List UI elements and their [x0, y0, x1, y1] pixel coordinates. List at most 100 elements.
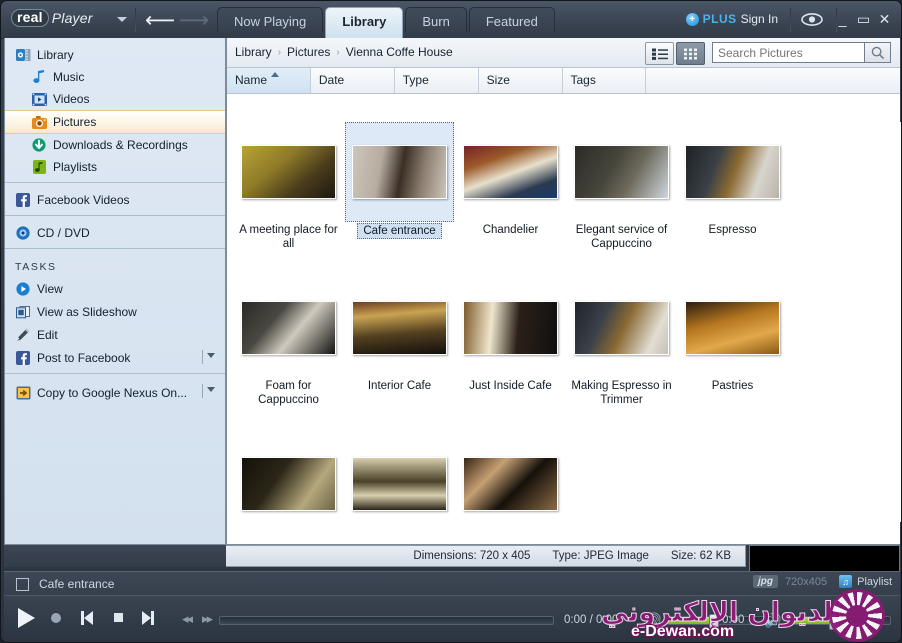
realplayer-logo[interactable]: real Player: [11, 7, 111, 29]
breadcrumb-item-current[interactable]: Vienna Coffe House: [346, 45, 453, 59]
seek-slider[interactable]: [219, 616, 554, 625]
breadcrumb-separator: ›: [277, 46, 282, 58]
back-arrow-icon[interactable]: ⟵: [145, 9, 175, 31]
thumbnail-image: [352, 301, 447, 355]
thumbnail-box: [678, 278, 787, 378]
column-header-date[interactable]: Date: [311, 68, 395, 93]
list-view-icon[interactable]: [645, 42, 674, 65]
minimize-button[interactable]: _: [832, 9, 853, 29]
status-dimensions: Dimensions: 720 x 405: [413, 550, 531, 562]
status-type: Type: JPEG Image: [552, 550, 649, 562]
sidebar-item-videos[interactable]: Videos: [5, 88, 225, 110]
breadcrumb-item-library[interactable]: Library: [235, 45, 272, 59]
close-button[interactable]: ✕: [874, 9, 895, 29]
chevron-down-icon[interactable]: [117, 17, 127, 22]
task-post-to-facebook[interactable]: Post to Facebook: [5, 346, 225, 369]
view-toggle-group: [643, 42, 705, 65]
stop-box-icon[interactable]: [16, 577, 29, 591]
play-icon: [18, 608, 35, 628]
volume-slider-secondary[interactable]: [787, 614, 891, 630]
forward-arrow-icon[interactable]: ⟶: [179, 9, 209, 31]
title-bar: real Player ⟵ ⟶ Now Playing Library Burn…: [1, 1, 901, 39]
record-button[interactable]: [51, 613, 61, 623]
thumbnail-grid[interactable]: A meeting place for all Cafe entrance Ch…: [227, 122, 901, 522]
speaker-icon[interactable]: 🔊: [764, 612, 781, 629]
thumbnail-item[interactable]: Witer taking order: [455, 434, 566, 522]
thumbnail-image: [574, 145, 669, 199]
play-button[interactable]: [18, 608, 35, 628]
sidebar-item-library[interactable]: Library: [5, 44, 225, 66]
thumbnail-box: [345, 278, 454, 378]
tab-burn[interactable]: Burn: [405, 7, 467, 32]
thumbnail-item[interactable]: Reserviert: [344, 434, 455, 522]
thumbnail-item[interactable]: Espresso: [677, 122, 788, 278]
thumbnail-item[interactable]: A meeting place for all: [233, 122, 344, 278]
grid-view-icon[interactable]: [676, 42, 705, 65]
breadcrumb-item-pictures[interactable]: Pictures: [287, 45, 330, 59]
task-label: Copy to Google Nexus On...: [37, 385, 188, 400]
sidebar-item-facebook-videos[interactable]: Facebook Videos: [5, 189, 225, 211]
search-input[interactable]: [712, 42, 864, 63]
next-button[interactable]: [142, 611, 154, 625]
column-header-tags[interactable]: Tags: [563, 68, 647, 93]
breadcrumb: Library › Pictures › Vienna Coffe House: [235, 45, 453, 59]
main-tabs: Now Playing Library Burn Featured: [217, 7, 557, 38]
volume-knob[interactable]: [828, 614, 839, 630]
column-headers: Name Date Type Size Tags: [227, 68, 900, 94]
logo-player-text: Player: [51, 10, 93, 26]
thumbnail-item[interactable]: Chandelier: [455, 122, 566, 278]
column-header-name[interactable]: Name: [227, 68, 311, 93]
previous-button[interactable]: [81, 611, 93, 625]
plus-sign-in-button[interactable]: + PLUS Sign In: [685, 10, 778, 28]
rewind-icon[interactable]: ◂◂: [182, 611, 193, 627]
sidebar-item-label: Library: [37, 48, 74, 62]
tab-now-playing[interactable]: Now Playing: [217, 7, 324, 32]
eye-icon[interactable]: [799, 9, 825, 29]
titlebar-divider-2: [790, 8, 791, 32]
thumbnail-item[interactable]: Elegant service of Cappuccino: [566, 122, 677, 278]
sidebar-item-cd-dvd[interactable]: CD / DVD: [5, 222, 225, 244]
column-label: Name: [235, 73, 268, 87]
maximize-button[interactable]: ▭: [853, 9, 874, 29]
volume-slider[interactable]: [667, 614, 771, 630]
time-display-secondary: 0:00: [722, 614, 745, 626]
playlist-button[interactable]: ♫ Playlist: [839, 575, 892, 588]
speaker-icon[interactable]: 🔊: [644, 612, 661, 629]
sidebar-item-playlists[interactable]: Playlists: [5, 156, 225, 178]
thumbnail-image: [352, 457, 447, 511]
thumbnail-placeholder: [677, 434, 788, 522]
chevron-down-icon[interactable]: [207, 387, 215, 392]
thumbnail-row: Foam for Cappuccino Interior Cafe Just I…: [227, 278, 901, 434]
sidebar-item-label: Playlists: [53, 160, 98, 174]
search-icon[interactable]: [864, 42, 891, 63]
thumbnail-item[interactable]: Making Espresso in Trimmer: [566, 278, 677, 434]
task-copy-to-google-nexus[interactable]: Copy to Google Nexus On...: [5, 380, 225, 405]
task-edit[interactable]: Edit: [5, 323, 225, 346]
thumbnail-caption: Foam for Cappuccino: [258, 380, 319, 406]
task-label: View: [37, 281, 63, 296]
tab-library[interactable]: Library: [325, 7, 404, 38]
thumbnail-item[interactable]: Pastries: [677, 278, 788, 434]
sidebar-section-transfer: Copy to Google Nexus On...: [5, 374, 225, 409]
search-box: [712, 42, 892, 63]
column-header-size[interactable]: Size: [479, 68, 563, 93]
music-note-icon: [31, 69, 47, 85]
thumbnail-item[interactable]: Foam for Cappuccino: [233, 278, 344, 434]
play-circle-icon: [15, 281, 31, 297]
thumbnail-item[interactable]: Just Inside Cafe: [455, 278, 566, 434]
sidebar-item-pictures[interactable]: Pictures: [5, 110, 225, 134]
thumbnail-item[interactable]: Cafe entrance: [344, 122, 455, 278]
task-view[interactable]: View: [5, 277, 225, 300]
sidebar-item-downloads-recordings[interactable]: Downloads & Recordings: [5, 134, 225, 156]
fast-forward-icon[interactable]: ▸▸: [202, 611, 213, 627]
tab-featured[interactable]: Featured: [468, 7, 555, 32]
task-view-as-slideshow[interactable]: View as Slideshow: [5, 300, 225, 323]
volume-knob[interactable]: [708, 614, 719, 630]
status-bar: Dimensions: 720 x 405 Type: JPEG Image S…: [226, 545, 746, 567]
chevron-down-icon[interactable]: [207, 353, 215, 358]
stop-button[interactable]: [114, 613, 123, 622]
thumbnail-item[interactable]: Interior Cafe: [344, 278, 455, 434]
thumbnail-item[interactable]: Quiet place to relax: [233, 434, 344, 522]
column-header-type[interactable]: Type: [395, 68, 479, 93]
sidebar-item-music[interactable]: Music: [5, 66, 225, 88]
